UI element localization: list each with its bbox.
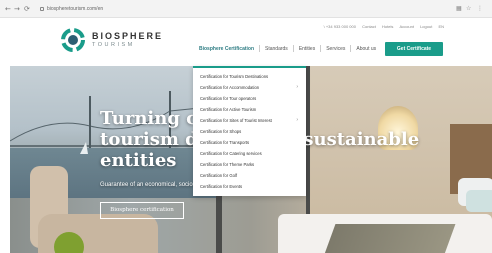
forward-icon[interactable]: → [14,3,20,15]
dropdown-item-label: Certification for Tour operators [200,96,257,101]
dropdown-item-active-tourism[interactable]: Certification for Active Tourism [193,104,306,115]
dropdown-item-events[interactable]: Certification for Events [193,181,306,192]
reload-icon[interactable]: ⟳ [24,3,30,15]
dropdown-item-tour-operators[interactable]: Certification for Tour operators [193,93,306,104]
url-text: biospheretourism.com/en [47,6,104,12]
nav-divider [259,45,261,53]
nav-divider [350,45,352,53]
dropdown-item-sites-tourist-interest[interactable]: Certification for Sites of Tourist Inter… [193,115,306,126]
bookmark-star-icon[interactable]: ☆ [466,4,471,14]
account-link[interactable]: Account [400,24,414,29]
bed-throw [324,224,456,253]
brand-name[interactable]: BIOSPHERE [92,31,163,41]
dropdown-item-label: Certification for Golf [200,173,238,178]
nav-entities[interactable]: Entities [297,42,317,56]
extension-icon[interactable]: ▦ [456,4,462,14]
lock-icon [40,6,44,11]
dropdown-item-label: Certification for Theme Parks [200,162,255,167]
nav-biosphere-certification[interactable]: Biosphere Certification [197,42,256,56]
pillow [466,190,492,212]
dropdown-item-label: Certification for Transports [200,140,250,145]
dropdown-item-theme-parks[interactable]: Certification for Theme Parks [193,159,306,170]
nav-divider [320,45,322,53]
site-header: BIOSPHERE TOURISM \ +34 933 000 000 Cont… [0,18,492,66]
certification-dropdown-menu: Certification for Tourism Destinations C… [193,66,306,196]
address-bar[interactable]: biospheretourism.com/en [36,3,416,15]
dropdown-item-transports[interactable]: Certification for Transports [193,137,306,148]
nav-standards[interactable]: Standards [263,42,290,56]
biosphere-certification-button[interactable]: Biosphere certification [100,202,184,219]
dropdown-item-golf[interactable]: Certification for Golf [193,170,306,181]
nav-services[interactable]: Services [324,42,347,56]
chevron-right-icon: › [296,84,298,90]
main-navigation: Biosphere Certification Standards Entities… [197,42,378,56]
dropdown-item-label: Certification for Catering services [200,151,262,156]
nav-divider [292,45,294,53]
biosphere-logo-icon[interactable] [60,27,86,53]
menu-icon[interactable]: ⋮ [477,4,483,14]
dropdown-item-label: Certification for Active Tourism [200,107,257,112]
nav-about-us[interactable]: About us [354,42,378,56]
dropdown-item-accommodation[interactable]: Certification for Accommodation › [193,82,306,93]
dropdown-item-tourism-destinations[interactable]: Certification for Tourism Destinations [193,71,306,82]
get-certificate-button[interactable]: Get Certificate [385,42,443,56]
back-icon[interactable]: ← [5,3,11,15]
dropdown-item-label: Certification for Shops [200,129,242,134]
dropdown-item-label: Certification for Accommodation [200,85,260,90]
browser-toolbar: ← → ⟳ biospheretourism.com/en ▦ ☆ ⋮ [0,0,492,18]
hero-title-fragment: sustainable [303,129,420,150]
dropdown-item-label: Certification for Events [200,184,243,189]
top-utility-bar: \ +34 933 000 000 Contact Hotels Account… [319,24,444,29]
phone-number: \ +34 933 000 000 [323,24,356,29]
logout-link[interactable]: Logout [420,24,432,29]
dropdown-item-label: Certification for Sites of Tourist Inter… [200,118,272,123]
language-selector[interactable]: EN [438,24,444,29]
dropdown-item-label: Certification for Tourism Destinations [200,74,269,79]
chevron-right-icon: › [296,117,298,123]
contact-link[interactable]: Contact [362,24,376,29]
dropdown-item-catering-services[interactable]: Certification for Catering services [193,148,306,159]
hotels-link[interactable]: Hotels [382,24,393,29]
dropdown-item-shops[interactable]: Certification for Shops [193,126,306,137]
brand-subtitle: TOURISM [92,42,135,48]
